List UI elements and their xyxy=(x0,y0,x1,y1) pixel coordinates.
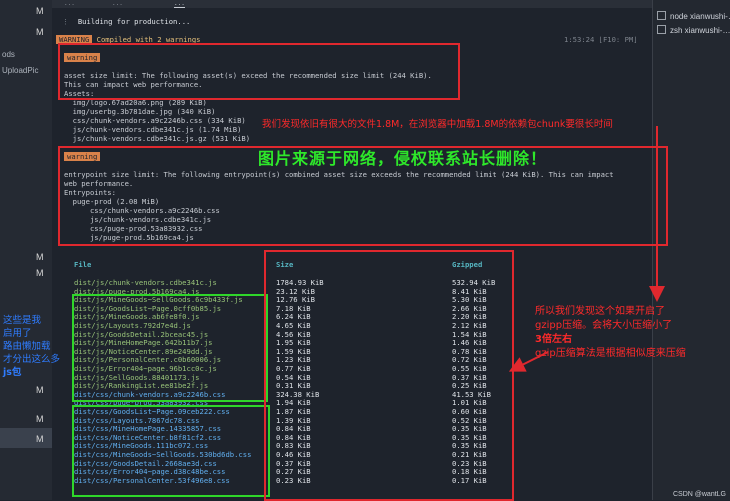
footer-credit: CSDN @wantLG xyxy=(672,491,726,498)
modified-marker: M xyxy=(36,385,44,395)
sidebar-label[interactable]: ods xyxy=(2,50,15,59)
asset-line: img/userbg.3b781dae.jpg (340 KiB) xyxy=(64,107,216,116)
annotation-lazy-load: 这些是我 启用了 路由懒加载 才分出这么多 js包 xyxy=(3,315,61,378)
modified-marker: M xyxy=(36,27,44,37)
green-highlight-css xyxy=(72,405,270,497)
table-header-file: File xyxy=(74,260,92,269)
asset-line: js/chunk-vendors.cdbe341c.js (1.74 MiB) xyxy=(64,125,242,134)
terminal-icon xyxy=(657,11,666,20)
modified-marker: M xyxy=(36,252,44,262)
modified-marker: M xyxy=(36,414,44,424)
timestamp: 1:53:24 ⌊F10: PM⌋ xyxy=(564,35,638,44)
modified-marker: M xyxy=(36,6,44,16)
terminal-icon xyxy=(657,25,666,34)
red-box-asset-warning xyxy=(58,43,460,100)
tab-active[interactable]: ... xyxy=(174,0,185,8)
sidebar-label[interactable]: UploadPic xyxy=(2,66,38,75)
annotation-gzip: 所以我们发现这个如果开启了 gzipp压缩。会将大小压缩小了 3倍左右 gzip… xyxy=(535,306,686,359)
terminal-list-panel: node xianwushi-… zsh xianwushi-… xyxy=(652,0,730,500)
green-highlight-js xyxy=(72,294,268,402)
sidebar: ods UploadPic M M M M M M M xyxy=(0,0,52,500)
terminal-item-node[interactable]: node xianwushi-… xyxy=(657,11,730,21)
terminal-item-zsh[interactable]: zsh xianwushi-… xyxy=(657,25,730,35)
asset-line: css/chunk-vendors.a9c2246b.css (334 KiB) xyxy=(64,116,246,125)
building-text: Building for production... xyxy=(77,17,191,26)
watermark-text: 图片来源于网络，侵权联系站长删除！ xyxy=(258,149,548,168)
terminal-tabs: ... ... ... xyxy=(52,0,652,8)
tab[interactable]: ... xyxy=(112,0,123,7)
modified-marker: M xyxy=(36,268,44,278)
asset-line: js/chunk-vendors.cdbe341c.js.gz (531 KiB… xyxy=(64,134,251,143)
modified-marker: M xyxy=(36,434,44,444)
annotation-large-file: 我们发现依旧有很大的文件1.8M，在浏览器中加载1.8M的依赖包chunk要很长… xyxy=(262,119,613,130)
red-box-size-columns xyxy=(264,250,514,501)
sidebar-selected-row[interactable] xyxy=(0,428,52,448)
tab[interactable]: ... xyxy=(64,0,75,7)
